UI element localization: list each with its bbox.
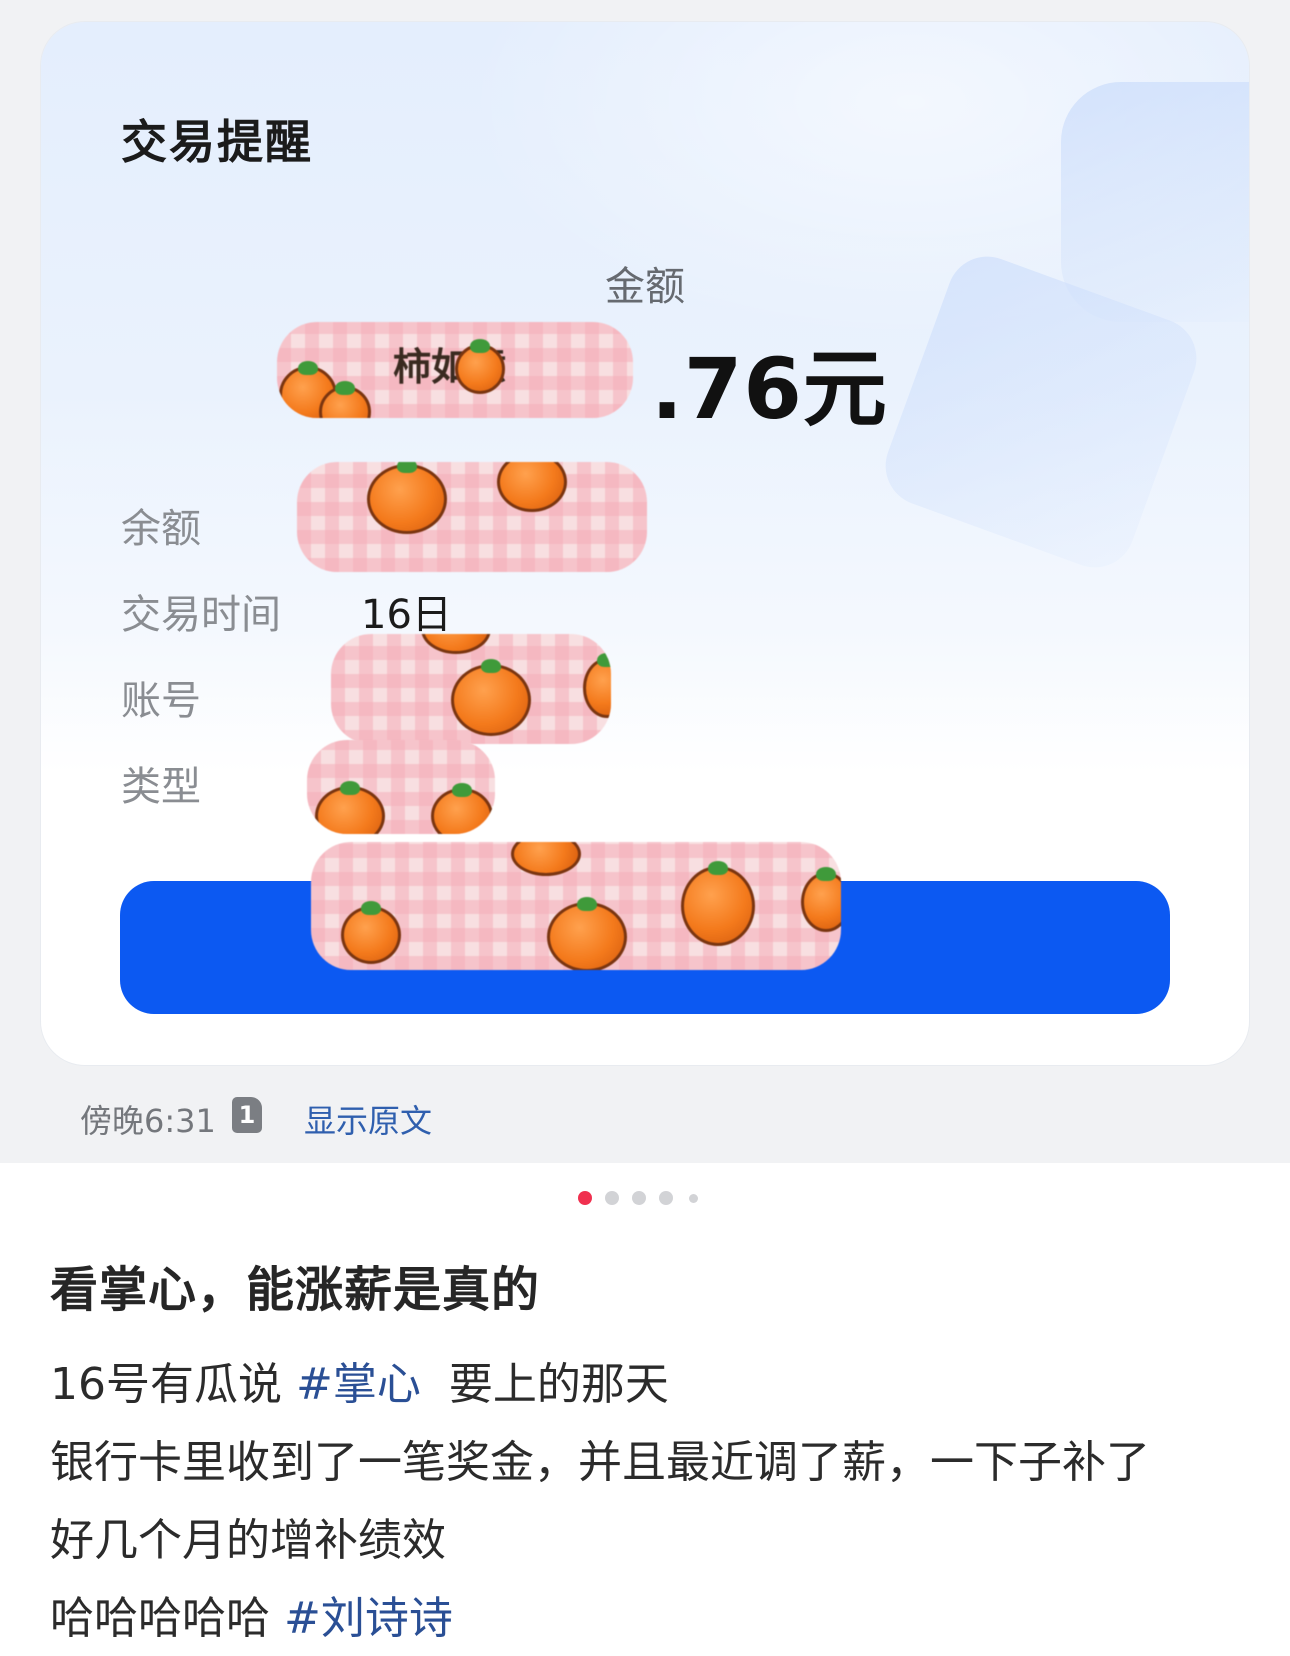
carousel-dot[interactable] [605, 1191, 619, 1205]
redaction-sticker: 柿如意 [277, 322, 633, 418]
persimmon-icon [497, 462, 567, 512]
redaction-sticker [331, 634, 611, 744]
post-text: 要上的那天 [420, 1359, 669, 1410]
persimmon-icon [547, 897, 627, 970]
redaction-sticker [297, 462, 647, 572]
post-title: 看掌心，能涨薪是真的 [50, 1262, 541, 1318]
persimmon-icon [455, 339, 505, 394]
show-original-link[interactable]: 显示原文 [304, 1096, 432, 1142]
card-title: 交易提醒 [121, 115, 313, 169]
post-text: 16号有瓜说 [50, 1359, 296, 1410]
hashtag-link[interactable]: #刘诗诗 [284, 1593, 453, 1644]
persimmon-icon [367, 462, 447, 534]
transaction-alert-card[interactable]: 交易提醒 金额 .76元 余额 交易时间 16日 账号 类型 柿如意 [41, 22, 1249, 1065]
persimmon-icon [431, 783, 493, 834]
type-label: 类型 [121, 764, 201, 810]
post-text: 哈哈哈哈哈 [50, 1593, 284, 1644]
post-line: 16号有瓜说 #掌心 要上的那天 [50, 1346, 1250, 1424]
persimmon-icon [583, 653, 611, 718]
post-line: 哈哈哈哈哈 #刘诗诗 [50, 1580, 1250, 1656]
message-area: 交易提醒 金额 .76元 余额 交易时间 16日 账号 类型 柿如意 傍晚6:3… [0, 0, 1290, 1163]
redaction-sticker [307, 740, 495, 834]
transaction-time-value: 16日 [361, 592, 452, 638]
persimmon-icon [511, 842, 581, 876]
balance-label: 余额 [121, 506, 201, 552]
carousel-indicator[interactable] [0, 1191, 1290, 1207]
persimmon-icon [421, 634, 491, 654]
account-label: 账号 [121, 678, 201, 724]
sim-card-icon: 1 [232, 1097, 262, 1133]
post-body: 16号有瓜说 #掌心 要上的那天 银行卡里收到了一笔奖金，并且最近调了薪，一下子… [50, 1346, 1250, 1656]
message-time: 傍晚6:31 [80, 1102, 216, 1140]
post-line: 银行卡里收到了一笔奖金，并且最近调了薪，一下子补了 [50, 1437, 1150, 1488]
carousel-dot[interactable] [659, 1191, 673, 1205]
carousel-dot-active[interactable] [578, 1191, 592, 1205]
persimmon-icon [341, 901, 401, 964]
transaction-time-label: 交易时间 [121, 592, 281, 638]
redaction-sticker [311, 842, 841, 970]
persimmon-icon [451, 659, 531, 736]
carousel-dot[interactable] [689, 1194, 698, 1203]
persimmon-icon [681, 861, 755, 946]
amount-value: .76元 [651, 340, 888, 438]
persimmon-icon [801, 867, 841, 932]
hashtag-link[interactable]: #掌心 [296, 1359, 421, 1410]
amount-label: 金额 [605, 264, 685, 310]
post-line: 好几个月的增补绩效 [50, 1515, 446, 1566]
persimmon-icon [315, 781, 385, 834]
carousel-dot[interactable] [632, 1191, 646, 1205]
